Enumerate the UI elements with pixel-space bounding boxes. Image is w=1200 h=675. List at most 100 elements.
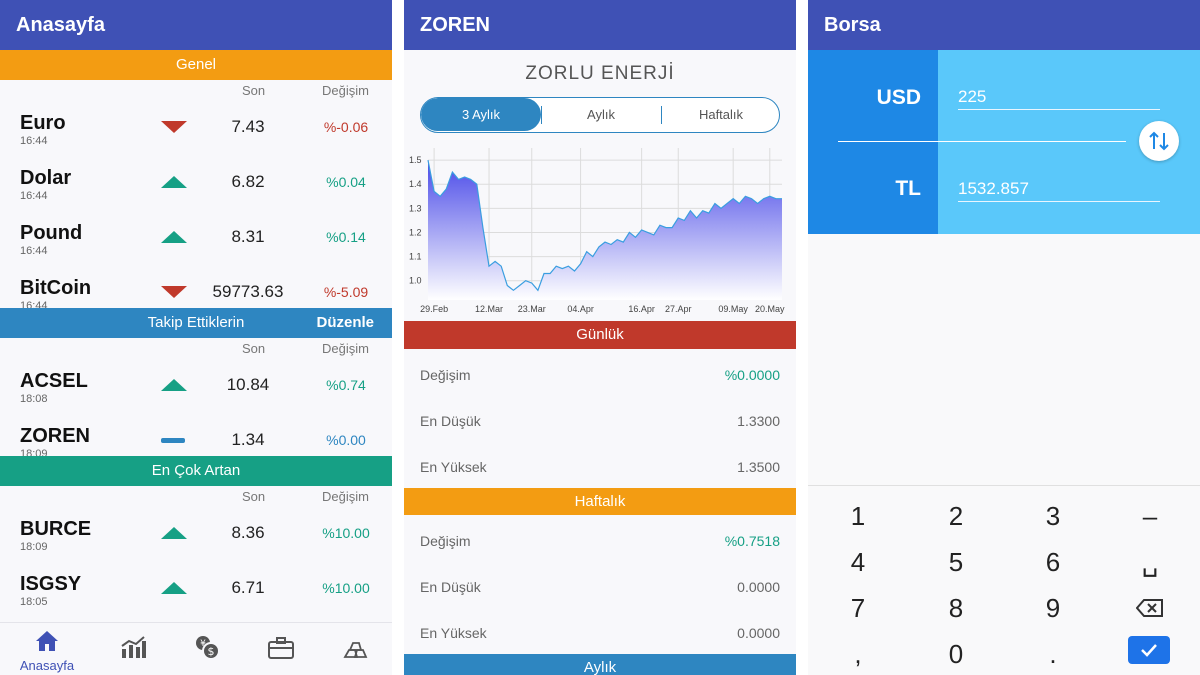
key-5[interactable]: 5: [926, 542, 986, 582]
svg-text:$: $: [208, 645, 215, 658]
gold-bars-icon: [343, 642, 368, 658]
column-last: Son: [242, 341, 266, 356]
column-change: Değişim: [322, 341, 369, 356]
trend-indicator: [161, 121, 187, 135]
x-tick-label: 29.Feb: [420, 304, 448, 314]
trend-down-icon: [161, 121, 187, 133]
stat-label: En Düşük: [420, 413, 481, 429]
key-9[interactable]: 9: [1023, 588, 1083, 628]
stat-value: 0.0000: [737, 625, 780, 641]
column-last: Son: [242, 489, 266, 504]
tab-monthly[interactable]: Aylık: [541, 98, 661, 131]
nav-gold[interactable]: [325, 635, 385, 664]
change-percent: %0.00: [326, 432, 366, 448]
key-3[interactable]: 3: [1023, 496, 1083, 536]
trend-up-icon: [161, 582, 187, 594]
company-name: ZORLU ENERJİ: [525, 63, 675, 84]
column-last: Son: [242, 83, 266, 98]
update-time: 16:44: [20, 135, 48, 147]
edit-watchlist-button[interactable]: Düzenle: [316, 308, 374, 338]
svg-text:¥: ¥: [200, 639, 206, 649]
last-price: 59773.63: [212, 282, 284, 301]
update-time: 16:44: [20, 190, 48, 202]
stat-label: En Yüksek: [420, 625, 487, 641]
instrument-name: ZOREN: [20, 425, 90, 447]
stat-row: En Yüksek 0.0000: [404, 608, 796, 654]
column-headers: Son Değişim: [0, 486, 392, 508]
y-tick-label: 1.5: [409, 155, 422, 165]
change-percent: %0.14: [326, 229, 366, 245]
key-6[interactable]: 6: [1023, 542, 1083, 582]
nav-portfolio[interactable]: [251, 636, 311, 665]
from-amount-input[interactable]: [958, 84, 1160, 110]
swap-currencies-button[interactable]: [1139, 121, 1179, 161]
trend-up-icon: [161, 231, 187, 243]
section-title: Genel: [175, 56, 217, 73]
from-currency-label[interactable]: USD: [808, 86, 921, 110]
change-percent: %0.04: [326, 174, 366, 190]
divider: [838, 141, 1126, 142]
tab-3-months[interactable]: 3 Aylık: [421, 98, 541, 131]
converter-label-column: [808, 50, 938, 234]
backspace-key[interactable]: [1120, 588, 1180, 628]
briefcase-icon: [268, 637, 294, 659]
change-percent: %-5.09: [323, 284, 369, 300]
list-item[interactable]: BURCE 18:09 8.36 %10.00: [0, 508, 392, 563]
currency-exchange-icon: ¥ $: [196, 636, 220, 660]
last-price: 1.34: [231, 430, 265, 449]
nav-home[interactable]: Anasayfa: [17, 629, 77, 673]
key-4[interactable]: 4: [828, 542, 888, 582]
trend-down-icon: [161, 286, 187, 298]
x-tick-label: 16.Apr: [628, 304, 655, 314]
stat-row: En Düşük 0.0000: [404, 562, 796, 608]
list-item[interactable]: Dolar 16:44 6.82 %0.04: [0, 157, 392, 212]
section-title: En Çok Artan: [151, 462, 241, 479]
update-time: 16:44: [20, 245, 48, 257]
backspace-icon: [1135, 599, 1163, 617]
key-period[interactable]: .: [1023, 634, 1083, 674]
numeric-keypad: 1 2 3– 4 5 6 ␣ 7 8 9, 0.: [808, 485, 1200, 675]
update-time: 18:09: [20, 541, 48, 553]
last-price: 6.82: [231, 172, 265, 191]
key-minus[interactable]: –: [1120, 496, 1180, 536]
key-space[interactable]: ␣: [1120, 542, 1180, 582]
key-8[interactable]: 8: [926, 588, 986, 628]
trend-up-icon: [161, 176, 187, 188]
check-icon: [1141, 644, 1157, 657]
list-item[interactable]: Pound 16:44 8.31 %0.14: [0, 212, 392, 267]
update-time: 18:05: [20, 596, 48, 608]
y-tick-label: 1.4: [409, 179, 422, 189]
change-percent: %10.00: [322, 580, 370, 596]
key-comma[interactable]: ,: [828, 634, 888, 674]
stat-row: En Yüksek 1.3500: [404, 442, 796, 488]
list-item[interactable]: ISGSY 18:05 6.71 %10.00: [0, 563, 392, 618]
section-title: Takip Ettiklerin: [147, 314, 245, 331]
nav-currency[interactable]: ¥ $: [177, 633, 237, 666]
key-1[interactable]: 1: [828, 496, 888, 536]
change-percent: %10.00: [322, 525, 370, 541]
trend-indicator: [161, 286, 187, 300]
key-2[interactable]: 2: [926, 496, 986, 536]
to-currency-label[interactable]: TL: [808, 177, 921, 201]
x-tick-label: 09.May: [718, 304, 748, 314]
key-0[interactable]: 0: [926, 634, 986, 674]
page-title: ZOREN: [420, 14, 490, 36]
done-key[interactable]: [1128, 636, 1170, 664]
column-change: Değişim: [322, 83, 369, 98]
x-tick-label: 12.Mar: [475, 304, 503, 314]
section-header-top-gainers: En Çok Artan: [0, 456, 392, 486]
period-selector: 3 Aylık Aylık Haftalık: [420, 97, 780, 133]
section-header-daily: Günlük: [404, 321, 796, 349]
y-tick-label: 1.1: [409, 252, 422, 262]
trend-indicator: [161, 434, 187, 448]
nav-stocks[interactable]: [103, 635, 163, 664]
price-area: [428, 160, 782, 300]
list-item[interactable]: ACSEL 18:08 10.84 %0.74: [0, 360, 392, 415]
tab-weekly[interactable]: Haftalık: [661, 98, 779, 131]
to-amount-input[interactable]: [958, 176, 1160, 202]
page-title: Anasayfa: [16, 14, 105, 36]
list-item[interactable]: Euro 16:44 7.43 %-0.06: [0, 102, 392, 157]
instrument-name: ACSEL: [20, 370, 88, 392]
stat-value: %0.7518: [724, 533, 780, 549]
key-7[interactable]: 7: [828, 588, 888, 628]
